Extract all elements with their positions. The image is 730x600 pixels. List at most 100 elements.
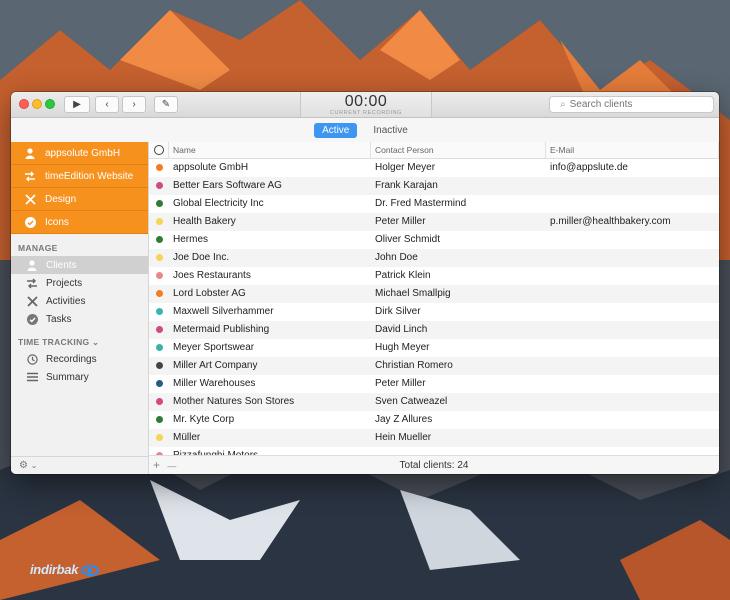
email-cell (546, 267, 719, 285)
email-cell: p.miller@healthbakery.com (550, 216, 671, 227)
gear-icon: ⚙ (19, 460, 28, 471)
time-tracking-header-label: TIME TRACKING (18, 337, 90, 347)
project-item-timeedition[interactable]: timeEdition Website (11, 165, 148, 188)
color-tag-cell (149, 321, 169, 339)
table-row[interactable]: Hermes Oliver Schmidt (149, 231, 719, 249)
table-row[interactable]: Lord Lobster AG Michael Smallpig (149, 285, 719, 303)
table-row[interactable]: Müller Hein Mueller (149, 429, 719, 447)
email-cell (546, 195, 719, 213)
email-cell (546, 249, 719, 267)
table-row[interactable]: Health Bakery Peter Miller p.miller@health… (149, 213, 719, 231)
table-row[interactable]: Miller Art Company Christian Romero (149, 357, 719, 375)
color-dot-icon (155, 217, 163, 225)
table-row[interactable]: Joes Restaurants Patrick Klein (149, 267, 719, 285)
color-tag-cell (149, 249, 169, 267)
table-row[interactable]: Meyer Sportswear Hugh Meyer (149, 339, 719, 357)
sidebar-item-clients[interactable]: Clients (11, 256, 148, 274)
column-header-contact[interactable]: Contact Person (371, 142, 546, 158)
circle-icon (153, 145, 164, 155)
table-row[interactable]: Better Ears Software AG Frank Karajan (149, 177, 719, 195)
email-cell (546, 231, 719, 249)
toolbar: ▶ ‹ › ✎ 00:00 CURRENT RECORDING ⌕ (11, 92, 719, 118)
clock-icon (25, 353, 39, 365)
column-header-name[interactable]: Name (169, 142, 371, 158)
project-item-icons[interactable]: Icons (11, 211, 148, 234)
table-row[interactable]: Global Electricity Inc Dr. Fred Mastermin… (149, 195, 719, 213)
table-row[interactable]: Maxwell Silverhammer Dirk Silver (149, 303, 719, 321)
watermark-logo: indirbak (30, 562, 100, 577)
color-tag-cell (149, 339, 169, 357)
search-field[interactable]: ⌕ (549, 96, 714, 113)
color-dot-icon (155, 253, 163, 261)
color-dot-icon (155, 433, 163, 441)
sidebar-item-label: Clients (46, 259, 77, 271)
back-button[interactable]: ‹ (95, 96, 119, 113)
client-name-cell: Health Bakery (173, 216, 236, 227)
app-window: ▶ ‹ › ✎ 00:00 CURRENT RECORDING ⌕ Active… (11, 92, 719, 474)
table-row[interactable]: Mr. Kyte Corp Jay Z Allures (149, 411, 719, 429)
zoom-window-button[interactable] (45, 99, 55, 109)
project-item-appsolute[interactable]: appsolute GmbH (11, 142, 148, 165)
sidebar-item-recordings[interactable]: Recordings (11, 350, 148, 368)
email-cell (546, 177, 719, 195)
minimize-window-button[interactable] (32, 99, 42, 109)
sidebar-item-activities[interactable]: Activities (11, 292, 148, 310)
color-tag-cell (149, 195, 169, 213)
forward-button[interactable]: › (122, 96, 146, 113)
sidebar-item-tasks[interactable]: Tasks (11, 310, 148, 328)
sidebar-item-label: Activities (46, 295, 86, 307)
client-name-cell: Maxwell Silverhammer (173, 306, 274, 317)
color-tag-cell (149, 375, 169, 393)
color-dot-icon (155, 307, 163, 315)
contact-person-cell: John Doe (375, 252, 418, 263)
client-name-cell: Joes Restaurants (173, 270, 251, 281)
sidebar-item-summary[interactable]: Summary (11, 368, 148, 386)
sidebar-item-projects[interactable]: Projects (11, 274, 148, 292)
table-row[interactable]: Miller Warehouses Peter Miller (149, 375, 719, 393)
close-window-button[interactable] (19, 99, 29, 109)
search-input[interactable] (569, 99, 690, 110)
select-all-header[interactable] (149, 142, 169, 158)
contact-person-cell: Michael Smallpig (375, 288, 451, 299)
color-dot-icon (155, 289, 163, 297)
color-dot-icon (155, 379, 163, 387)
client-name-cell: Hermes (173, 234, 209, 245)
contact-person-cell: Holger Meyer (375, 162, 436, 173)
edit-button[interactable]: ✎ (154, 96, 178, 113)
project-item-design[interactable]: Design (11, 188, 148, 211)
color-dot-icon (155, 415, 163, 423)
total-clients-label: Total clients: 24 (399, 459, 469, 471)
color-tag-cell (149, 393, 169, 411)
color-dot-icon (155, 271, 163, 279)
time-tracking-section-header[interactable]: TIME TRACKING ⌄ (18, 337, 148, 347)
color-tag-cell (149, 231, 169, 249)
color-tag-cell (149, 267, 169, 285)
table-row[interactable]: Metermaid Publishing David Linch (149, 321, 719, 339)
sidebar-item-label: Tasks (46, 313, 72, 325)
contact-person-cell: Christian Romero (375, 360, 453, 371)
filter-inactive[interactable]: Inactive (365, 123, 415, 138)
watermark-text: indirbak (30, 562, 79, 577)
sidebar-item-label: Summary (46, 371, 89, 383)
list-icon (25, 372, 39, 382)
email-cell (546, 429, 719, 447)
client-name-cell: Mother Natures Son Stores (173, 396, 295, 407)
color-dot-icon (155, 181, 163, 189)
contact-person-cell: Jay Z Allures (375, 414, 433, 425)
client-name-cell: Miller Art Company (173, 360, 258, 371)
table-row[interactable]: appsolute GmbH Holger Meyer info@appslute.… (149, 159, 719, 177)
tools-icon (25, 295, 39, 307)
color-tag-cell (149, 159, 169, 177)
table-row[interactable]: Mother Natures Son Stores Sven Catweazel (149, 393, 719, 411)
filter-active[interactable]: Active (314, 122, 358, 138)
check-circle-icon (25, 313, 39, 325)
table-row[interactable]: Joe Doe Inc. John Doe (149, 249, 719, 267)
color-tag-cell (149, 357, 169, 375)
filter-segmented-control: Active Inactive (11, 118, 719, 143)
column-header-email[interactable]: E-Mail (546, 142, 719, 158)
play-button[interactable]: ▶ (64, 96, 90, 113)
project-item-label: Icons (45, 216, 69, 228)
settings-menu-button[interactable]: ⚙ ⌄ (11, 456, 148, 474)
color-tag-cell (149, 285, 169, 303)
contact-person-cell: Peter Miller (375, 378, 426, 389)
